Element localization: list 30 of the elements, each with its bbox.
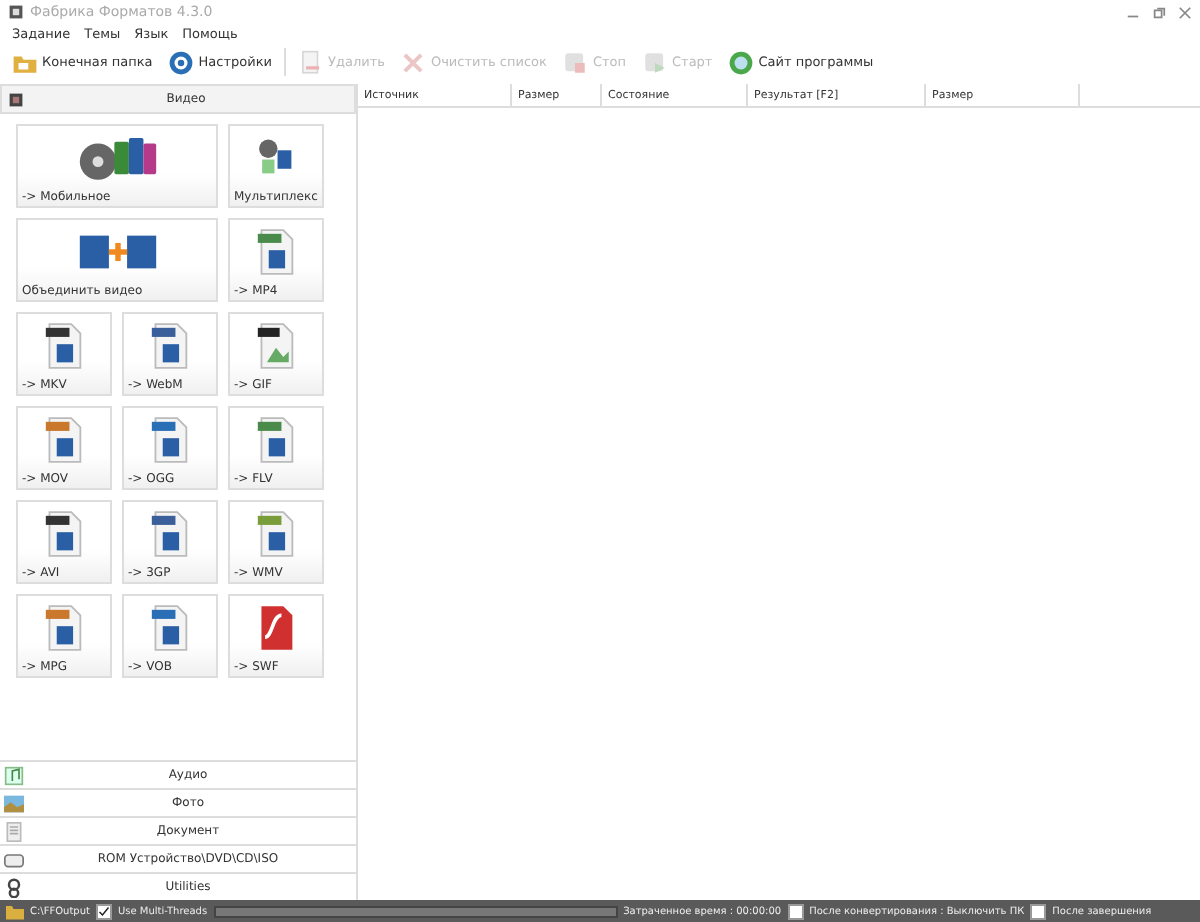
video-file-icon [150,604,190,652]
drive-icon [4,849,24,869]
image-file-icon [256,322,296,370]
music-note-icon [4,765,24,785]
video-file-icon [44,510,84,558]
document-minus-icon [298,49,325,75]
checkbox[interactable] [787,903,804,919]
flash-file-icon [256,604,296,652]
video-file-icon [150,322,190,370]
app-icon [8,4,24,20]
checkbox[interactable] [95,903,112,919]
video-file-icon [256,228,296,276]
restore-icon[interactable] [1152,5,1166,19]
close-icon[interactable] [1178,5,1192,19]
landscape-picture-icon [4,793,24,813]
settings-icon [168,49,195,75]
video-file-icon [44,416,84,464]
video-file-icon [150,416,190,464]
video-file-icon [44,322,84,370]
cross-icon [400,49,427,75]
stop-icon [562,49,589,75]
document-icon [4,821,24,841]
video-file-icon [256,416,296,464]
globe-icon [728,49,755,75]
video-file-icon [150,510,190,558]
video-file-icon [256,510,296,558]
film-reel-phones-icon [77,134,157,182]
checkbox[interactable] [1030,903,1047,919]
start-icon [642,49,668,75]
video-file-icon [44,604,84,652]
